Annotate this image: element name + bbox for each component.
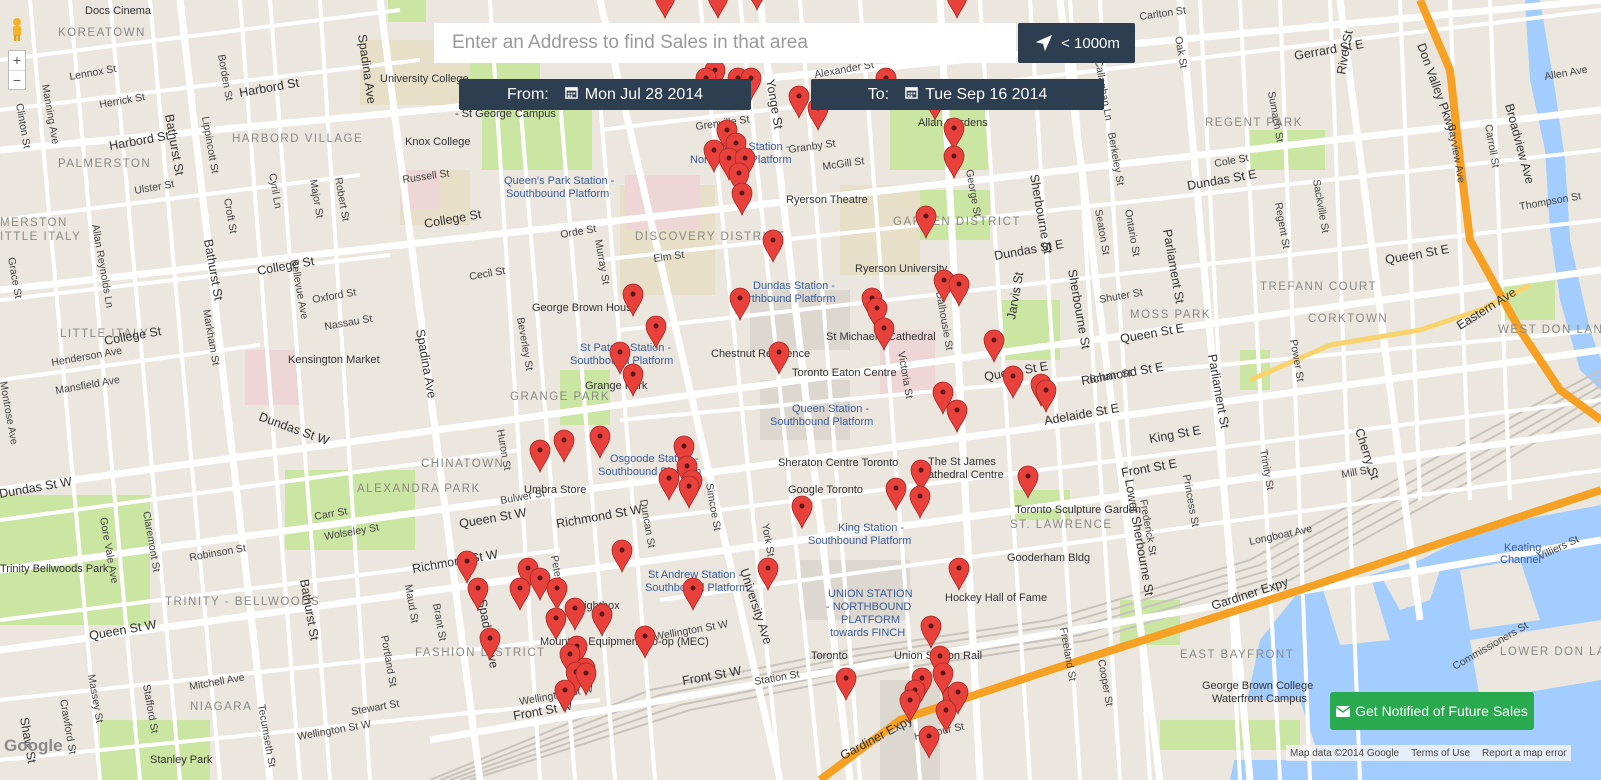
- place-sheraton: Sheraton Centre Toronto: [778, 457, 898, 469]
- place-eaton-centre: Toronto Eaton Centre: [792, 367, 897, 379]
- district-trefann-court: TREFANN COURT: [1260, 281, 1377, 293]
- place-kensington-market: Kensington Market: [288, 354, 380, 366]
- to-date-picker[interactable]: To: Tue Sep 16 2014: [811, 79, 1104, 110]
- place-docs-cinema: Docs Cinema: [85, 5, 152, 17]
- street-view-pegman-icon[interactable]: [9, 17, 25, 41]
- radius-button[interactable]: < 1000m: [1018, 23, 1135, 63]
- place-george-brown-house: George Brown House: [532, 302, 638, 314]
- district-trinity-bellwoods: TRINITY - BELLWOODS: [165, 596, 320, 608]
- district-moss-park: MOSS PARK: [1130, 309, 1211, 321]
- place-union-2: - NORTHBOUND: [826, 601, 911, 613]
- calendar-icon: [564, 86, 578, 104]
- district-east-bayfront: EAST BAYFRONT: [1180, 649, 1294, 661]
- station-king-2: Southbound Platform: [808, 535, 911, 547]
- station-queen-2: Southbound Platform: [770, 416, 873, 428]
- district-palmerston: PALMERSTON: [58, 158, 151, 170]
- district-alexandra-park: ALEXANDRA PARK: [357, 483, 481, 495]
- place-gbc-2: Waterfront Campus: [1212, 693, 1307, 705]
- from-date-picker[interactable]: From: Mon Jul 28 2014: [459, 79, 751, 110]
- notify-label: Get Notified of Future Sales: [1355, 703, 1528, 719]
- report-link[interactable]: Report a map error: [1482, 748, 1566, 759]
- place-toronto: Toronto: [811, 650, 848, 662]
- radius-label: < 1000m: [1061, 34, 1120, 52]
- place-knox-college: Knox College: [405, 136, 470, 148]
- map-canvas[interactable]: KOREATOWN HARBORD VILLAGE PALMERSTON MER…: [0, 0, 1601, 780]
- location-arrow-icon: [1035, 34, 1053, 52]
- map-data-text: Map data ©2014 Google: [1290, 747, 1400, 759]
- zoom-in-button[interactable]: +: [9, 51, 25, 71]
- station-queens-park-1: Queen's Park Station -: [504, 175, 615, 187]
- place-union-1: UNION STATION: [828, 588, 913, 600]
- district-west-don-lands: WEST DON LANDS: [1498, 324, 1601, 336]
- place-trinity-bellwoods-park: Trinity Bellwoods Park: [0, 563, 109, 575]
- zoom-control: + −: [8, 50, 26, 90]
- notify-future-sales-button[interactable]: Get Notified of Future Sales: [1330, 692, 1534, 730]
- to-date-value: Tue Sep 16 2014: [925, 85, 1048, 103]
- station-dundas-1: Dundas Station -: [753, 280, 835, 292]
- district-grange-park: GRANGE PARK: [510, 391, 610, 403]
- district-lower-don-lands: LOWER DON LANDS: [1500, 646, 1601, 658]
- district-corktown: CORKTOWN: [1308, 313, 1388, 325]
- district-niagara: NIAGARA: [190, 701, 252, 713]
- terms-link[interactable]: Terms of Use: [1411, 748, 1470, 759]
- place-st-james: The St James: [928, 456, 996, 468]
- place-keating-2: Channel: [1500, 554, 1541, 566]
- envelope-icon: [1336, 705, 1351, 717]
- from-date-value: Mon Jul 28 2014: [584, 85, 704, 103]
- google-logo: Google: [4, 736, 63, 755]
- place-ryerson-theatre: Ryerson Theatre: [786, 194, 868, 206]
- place-gbc-1: George Brown College: [1202, 680, 1313, 692]
- place-chestnut-residence: Chestnut Residence: [711, 348, 810, 360]
- station-queens-park-2: Southbound Platform: [506, 188, 609, 200]
- place-union-3: PLATFORM: [841, 614, 900, 626]
- district-chinatown: CHINATOWN: [421, 458, 504, 470]
- district-fashion: FASHION DISTRICT: [415, 647, 546, 659]
- place-ryerson-university: Ryerson University: [855, 263, 948, 275]
- place-sculpture-garden: Toronto Sculpture Garden: [1015, 504, 1141, 516]
- district-koreatown: KOREATOWN: [58, 27, 146, 39]
- place-gooderham: Gooderham Bldg: [1007, 552, 1090, 564]
- zoom-out-button[interactable]: −: [9, 71, 25, 90]
- place-stanley-park: Stanley Park: [150, 754, 213, 766]
- place-st-james-2: Cathedral Centre: [920, 469, 1004, 481]
- to-label: To:: [867, 85, 890, 103]
- district-harbord-village: HARBORD VILLAGE: [232, 133, 363, 145]
- station-queen-1: Queen Station -: [792, 403, 869, 415]
- district-regent-park: REGENT PARK: [1205, 117, 1303, 129]
- place-union-4: towards FINCH: [830, 627, 905, 639]
- district-merston: MERSTON: [0, 217, 68, 229]
- district-ittle-italy: ITTLE ITALY: [0, 231, 81, 243]
- place-hockey-hall: Hockey Hall of Fame: [945, 592, 1047, 604]
- place-university-college: University College: [380, 73, 469, 85]
- from-label: From:: [506, 85, 549, 103]
- district-garden: GARDEN DISTRICT: [893, 216, 1021, 228]
- district-st-lawrence: ST. LAWRENCE: [1010, 519, 1113, 531]
- station-king-1: King Station -: [838, 522, 904, 534]
- calendar-icon: [905, 86, 918, 104]
- map-attribution: Map data ©2014 Google Terms of Use Repor…: [1286, 745, 1571, 761]
- address-search-input[interactable]: [434, 23, 1016, 63]
- place-google-toronto: Google Toronto: [788, 484, 863, 496]
